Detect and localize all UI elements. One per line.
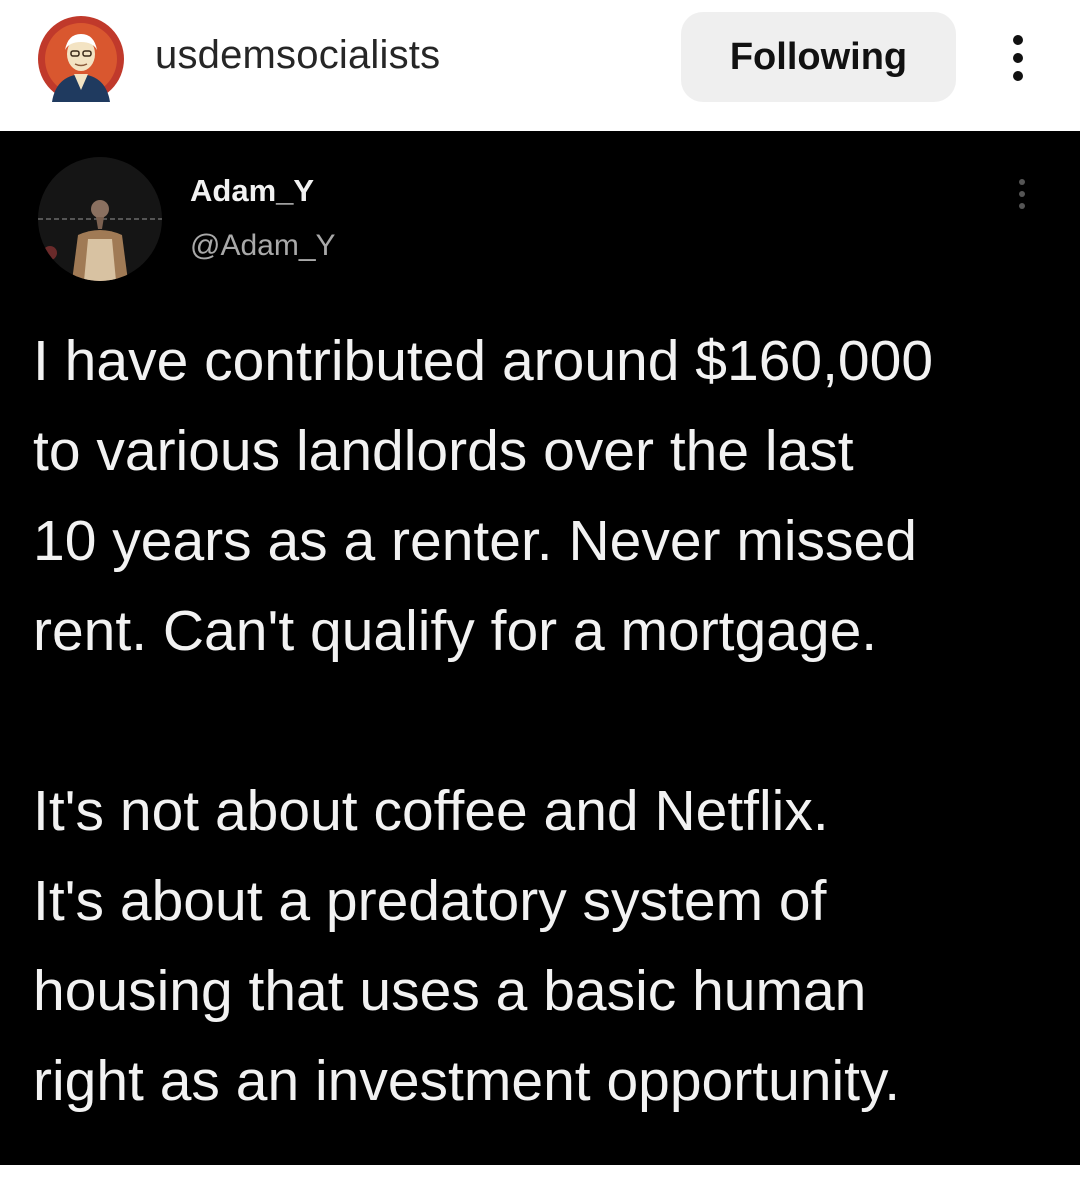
tweet-handle: @Adam_Y: [190, 229, 336, 262]
profile-avatar-icon: [38, 16, 124, 102]
post-header: usdemsocialists Following: [0, 0, 1080, 131]
tweet-line: 10 years as a renter. Never missed: [33, 509, 917, 573]
footer-strip: [0, 1165, 1080, 1177]
profile-avatar[interactable]: [38, 16, 124, 102]
more-options-button[interactable]: [1000, 30, 1036, 86]
tweet-line: right as an investment opportunity.: [33, 1049, 901, 1113]
tweet-more-icon: [1010, 176, 1034, 212]
tweet-line: I have contributed around $160,000: [33, 329, 934, 393]
tweet-line: It's not about coffee and Netflix.: [33, 779, 829, 843]
more-vertical-icon: [1013, 35, 1023, 81]
tweet-author-avatar: [38, 157, 162, 281]
tweet-body: I have contributed around $160,000 to va…: [33, 316, 1063, 1126]
tweet-line: to various landlords over the last: [33, 419, 854, 483]
tweet-line: rent. Can't qualify for a mortgage.: [33, 599, 878, 663]
tweet-line: It's about a predatory system of: [33, 869, 827, 933]
following-button[interactable]: Following: [681, 12, 956, 102]
account-username[interactable]: usdemsocialists: [155, 33, 440, 78]
author-avatar-icon: [38, 157, 162, 281]
tweet-display-name: Adam_Y: [190, 173, 315, 208]
post-image: Adam_Y @Adam_Y I have contributed around…: [0, 131, 1080, 1165]
tweet-line: housing that uses a basic human: [33, 959, 867, 1023]
more-vertical-icon: [1019, 179, 1025, 209]
